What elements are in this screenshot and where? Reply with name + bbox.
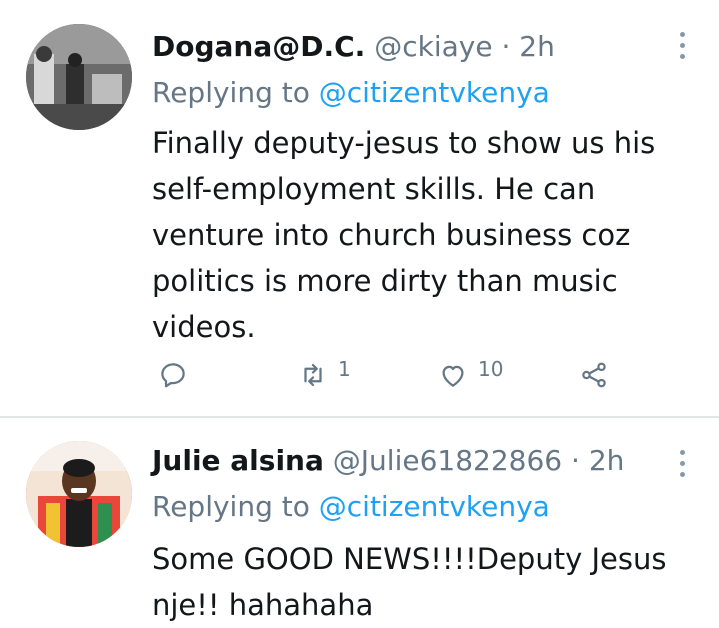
share-button[interactable]: [579, 360, 609, 390]
separator-dot: ·: [571, 444, 580, 477]
replying-prefix: Replying to: [152, 490, 310, 523]
replying-prefix: Replying to: [152, 76, 310, 109]
retweet-icon: [304, 363, 322, 387]
like-button[interactable]: 10: [438, 357, 504, 390]
tweet-header: Julie alsina @Julie61822866 · 2h: [152, 444, 624, 477]
retweet-button[interactable]: 1: [298, 357, 351, 390]
more-vertical-icon[interactable]: [680, 450, 686, 477]
display-name[interactable]: Dogana@D.C.: [152, 30, 365, 63]
timestamp[interactable]: 2h: [519, 30, 555, 63]
avatar[interactable]: [26, 441, 132, 547]
tweet[interactable]: Dogana@D.C. @ckiaye · 2h Replying to @ci…: [0, 0, 719, 418]
replying-to: Replying to @citizentvkenya: [152, 76, 550, 109]
avatar[interactable]: [26, 24, 132, 130]
replying-to: Replying to @citizentvkenya: [152, 490, 550, 523]
tweet-header: Dogana@D.C. @ckiaye · 2h: [152, 30, 555, 63]
like-count: 10: [478, 357, 504, 381]
separator-dot: ·: [501, 30, 511, 63]
reply-button[interactable]: [158, 360, 188, 390]
avatar-photo: [26, 441, 132, 547]
tweet-actions: 1 10: [152, 357, 622, 400]
mention-link[interactable]: @citizentvkenya: [319, 490, 550, 523]
share-icon: [582, 362, 606, 388]
heart-icon: [442, 365, 464, 387]
user-handle[interactable]: @ckiaye: [374, 30, 492, 63]
tweet-text: Finally deputy-jesus to show us his self…: [152, 126, 656, 344]
retweet-count: 1: [338, 357, 351, 381]
reply-icon: [161, 363, 185, 388]
tweet[interactable]: Julie alsina @Julie61822866 · 2h Replyin…: [0, 418, 719, 622]
timestamp[interactable]: 2h: [589, 444, 625, 477]
tweet-text: Some GOOD NEWS!!!!Deputy Jesus nje!! hah…: [152, 542, 667, 622]
mention-link[interactable]: @citizentvkenya: [319, 76, 550, 109]
avatar-photo: [26, 24, 132, 130]
user-handle[interactable]: @Julie61822866: [333, 444, 562, 477]
more-vertical-icon[interactable]: [680, 32, 686, 59]
display-name[interactable]: Julie alsina: [152, 444, 324, 477]
